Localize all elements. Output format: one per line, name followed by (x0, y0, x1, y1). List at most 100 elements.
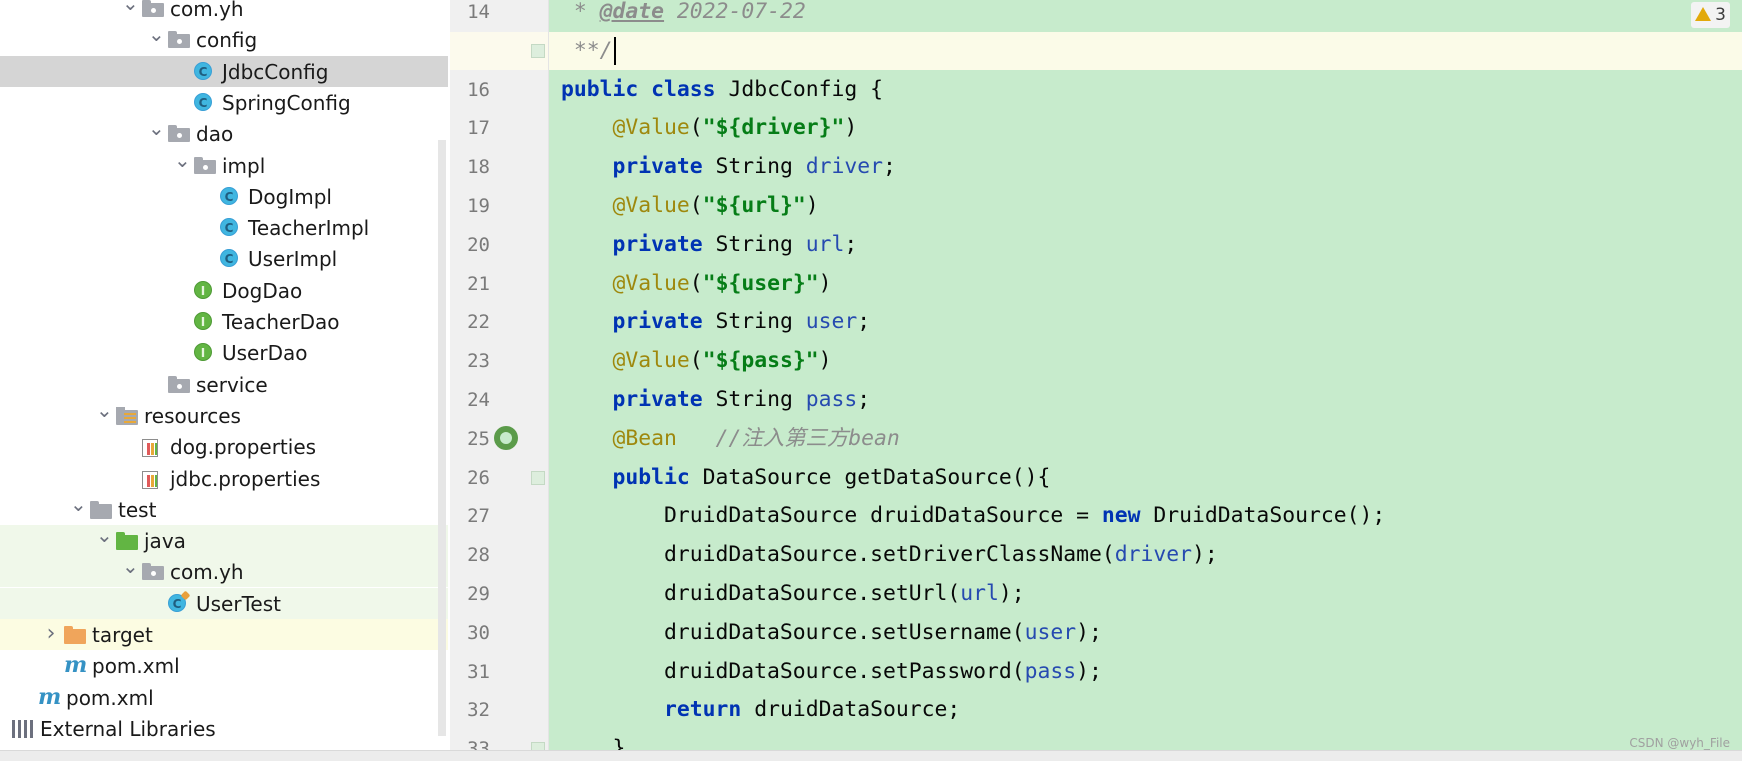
maven-icon: m (38, 683, 62, 710)
properties-file-icon (142, 469, 162, 489)
code-line[interactable]: private String url; (561, 226, 858, 264)
code-token: "${driver}" (702, 115, 845, 141)
code-line[interactable]: public DataSource getDataSource(){ (561, 459, 1051, 497)
code-line[interactable]: @Bean //注入第三方bean (561, 420, 900, 458)
code-token: pass (805, 387, 858, 412)
code-line[interactable]: @Value("${user}") (561, 265, 832, 303)
tree-item-label: config (196, 28, 258, 53)
code-line[interactable]: DruidDataSource druidDataSource = new Dr… (561, 497, 1385, 535)
chevron-down-icon[interactable]: ⌄ (174, 150, 191, 170)
code-line[interactable]: druidDataSource.setPassword(pass); (561, 653, 1102, 691)
warnings-indicator[interactable]: 3 (1691, 2, 1730, 28)
code-token: 2022-07-22 (664, 0, 806, 24)
code-token: druidDataSource; (741, 697, 961, 723)
chevron-down-icon[interactable]: ⌄ (122, 556, 139, 576)
code-token: @Value (612, 115, 690, 141)
tree-item[interactable]: ⌄ config (0, 24, 448, 55)
tree-scrollbar[interactable] (438, 140, 446, 736)
fold-start-marker[interactable] (531, 470, 545, 485)
chevron-down-icon[interactable]: ⌄ (148, 118, 165, 138)
line-number: 30 (467, 621, 490, 644)
code-line[interactable]: @Value("${pass}") (561, 342, 832, 380)
chevron-right-icon[interactable]: › (43, 623, 59, 645)
package-icon (142, 563, 164, 581)
tree-item[interactable]: C UserImpl (0, 243, 448, 274)
tree-item-label: com.yh (170, 0, 244, 21)
fold-end-marker[interactable] (531, 43, 545, 58)
bean-gutter-icon[interactable] (494, 426, 518, 450)
tree-item[interactable]: C UserTest (0, 587, 448, 619)
tree-item[interactable]: ⌄ com.yh (0, 556, 448, 588)
package-icon (168, 375, 190, 394)
code-line[interactable]: @Value("${driver}") (561, 109, 858, 147)
tree-item[interactable]: ⌄ resources (0, 400, 448, 431)
chevron-down-icon[interactable]: ⌄ (96, 525, 113, 545)
chevron-down-icon[interactable]: ⌄ (148, 24, 165, 44)
code-line[interactable]: return druidDataSource; (561, 691, 960, 729)
tree-item[interactable]: ⌄ test (0, 494, 448, 525)
tree-item-label: TeacherDao (222, 310, 340, 334)
tree-item-label: resources (144, 403, 241, 428)
tree-item[interactable]: jdbc.properties (0, 463, 448, 494)
line-number: 23 (467, 350, 490, 373)
tree-item[interactable]: C JdbcConfig (0, 55, 448, 87)
tree-item[interactable]: › target (0, 619, 448, 650)
tree-item[interactable]: C SpringConfig (0, 87, 448, 118)
code-line[interactable]: @Value("${url}") (561, 187, 819, 225)
tree-item[interactable]: C DogImpl (0, 181, 448, 212)
interface-icon: I (194, 280, 212, 299)
code-token: String (702, 231, 806, 257)
code-token: private (612, 309, 703, 335)
line-number: 18 (467, 156, 490, 179)
tree-item[interactable]: m pom.xml (0, 682, 448, 713)
chevron-down-icon[interactable]: ⌄ (96, 400, 113, 420)
code-line[interactable]: private String pass; (561, 381, 871, 419)
bottom-strip (0, 750, 1742, 761)
tree-item-label: pom.xml (92, 654, 180, 679)
project-tree[interactable]: ⌄ com.yh ⌄ config C JdbcConfig C SpringConfig ⌄ d… (0, 0, 448, 760)
editor-gutter[interactable]: 1415161718192021222324252627282930313233 (450, 0, 549, 760)
tree-item[interactable]: dog.properties (0, 431, 448, 462)
code-line[interactable]: druidDataSource.setUrl(url); (561, 575, 1025, 613)
excluded-folder-icon (64, 624, 86, 644)
line-number: 19 (467, 195, 490, 217)
code-line[interactable]: druidDataSource.setDriverClassName(drive… (561, 536, 1218, 574)
code-token: ; (857, 309, 871, 335)
tree-item[interactable]: ⌄ dao (0, 118, 448, 149)
chevron-down-icon[interactable]: ⌄ (70, 494, 87, 514)
code-editor[interactable]: 1415161718192021222324252627282930313233… (450, 0, 1742, 760)
interface-icon: I (194, 343, 212, 362)
code-token: "${url}" (702, 193, 806, 218)
line-number: 29 (467, 583, 490, 605)
tree-item[interactable]: service (0, 369, 448, 400)
code-token: String (702, 309, 806, 335)
code-line[interactable]: druidDataSource.setUsername(user); (561, 614, 1102, 652)
code-token: ); (1192, 542, 1218, 568)
tree-item[interactable]: C TeacherImpl (0, 212, 448, 243)
code-line[interactable]: * @date 2022-07-22 (561, 0, 806, 31)
chevron-down-icon[interactable]: ⌄ (122, 0, 139, 13)
maven-icon: m (64, 652, 88, 679)
code-line[interactable]: **/ (561, 32, 616, 70)
tree-item[interactable]: ⌄ com.yh (0, 0, 448, 24)
code-token: new (1101, 503, 1141, 529)
tree-item[interactable]: I TeacherDao (0, 306, 448, 337)
code-token: String (702, 387, 806, 412)
class-icon: C (220, 186, 238, 205)
tree-item[interactable]: I DogDao (0, 275, 448, 306)
code-line[interactable]: private String user; (561, 303, 871, 341)
tree-item[interactable]: I UserDao (0, 337, 448, 368)
tree-item[interactable]: External Libraries (0, 713, 448, 744)
line-number: 20 (467, 233, 490, 256)
tree-item[interactable]: ⌄ impl (0, 150, 448, 181)
code-token: url (805, 231, 845, 257)
line-number: 26 (467, 466, 490, 489)
code-line[interactable]: private String driver; (561, 148, 896, 186)
code-line[interactable]: public class JdbcConfig { (561, 71, 883, 109)
code-token: JdbcConfig { (715, 76, 883, 102)
gutter-divider (548, 0, 549, 760)
code-token: ; (882, 154, 896, 180)
tree-item[interactable]: ⌄ java (0, 525, 448, 557)
tree-item[interactable]: m pom.xml (0, 650, 448, 681)
